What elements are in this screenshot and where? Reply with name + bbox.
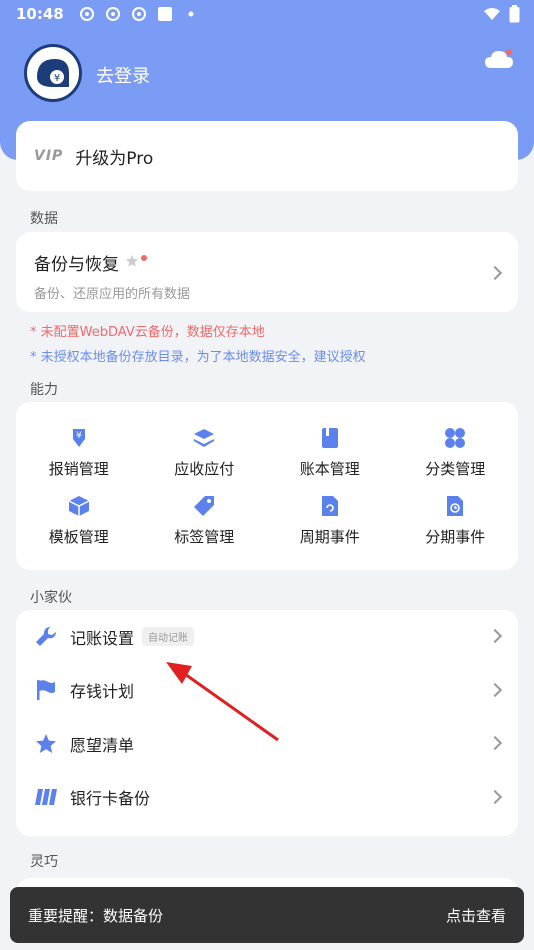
toast-action-button[interactable]: 点击查看 xyxy=(446,905,506,926)
notification-icon xyxy=(130,5,148,23)
upgrade-pro-card[interactable]: VIP 升级为Pro xyxy=(16,121,518,191)
chevron-right-icon xyxy=(487,789,503,804)
grid-item-label: 分类管理 xyxy=(425,459,486,478)
notification-icon xyxy=(78,5,96,23)
login-link[interactable]: 去登录 xyxy=(96,62,150,88)
svg-text:¥: ¥ xyxy=(54,73,60,84)
notification-icon xyxy=(104,5,122,23)
app-icon xyxy=(156,5,174,23)
grid-item-label: 分期事件 xyxy=(425,527,486,546)
red-dot-icon xyxy=(141,254,147,261)
flag-icon xyxy=(34,678,58,702)
webdav-warning[interactable]: * 未配置WebDAV云备份，数据仅存本地 xyxy=(30,321,265,340)
toast-message: 重要提醒：数据备份 xyxy=(28,906,164,925)
wrench-icon xyxy=(34,625,58,649)
backup-title: 备份与恢复 xyxy=(34,255,119,275)
dot-icon xyxy=(182,5,200,23)
star-icon xyxy=(34,732,58,756)
grid-item-label: 应收应付 xyxy=(174,459,235,478)
grid-item-label: 标签管理 xyxy=(174,527,235,546)
list-item-wishlist[interactable]: 愿望清单 xyxy=(16,717,518,771)
card-icon xyxy=(34,785,58,809)
status-time: 10:48 xyxy=(16,5,64,23)
installment-icon xyxy=(443,494,467,518)
backup-subtitle: 备份、还原应用的所有数据 xyxy=(34,287,191,302)
list-item-bookkeeping-settings[interactable]: 记账设置 自动记账 xyxy=(16,610,518,664)
grid-item-label: 报销管理 xyxy=(48,459,109,478)
grid-item-category[interactable]: 分类管理 xyxy=(393,418,519,486)
status-bar: 10:48 xyxy=(0,0,534,28)
template-icon xyxy=(67,494,91,518)
cycle-icon xyxy=(318,494,342,518)
ability-grid: ¥ 报销管理 应收应付 账本管理 分类管理 模板管理 标签管理 周期事件 分期事… xyxy=(16,402,518,570)
reimburse-icon: ¥ xyxy=(67,426,91,450)
grid-item-installment[interactable]: 分期事件 xyxy=(393,486,519,554)
bird-logo-icon: ¥ xyxy=(37,59,69,87)
section-title-data: 数据 xyxy=(30,211,58,227)
book-icon xyxy=(318,426,342,450)
svg-text:¥: ¥ xyxy=(76,431,82,441)
grid-item-ledger[interactable]: 账本管理 xyxy=(267,418,393,486)
section-title-smart: 灵巧 xyxy=(30,854,58,870)
grid-item-reimburse[interactable]: ¥ 报销管理 xyxy=(16,418,142,486)
grid-item-receivable[interactable]: 应收应付 xyxy=(142,418,268,486)
vip-icon: VIP xyxy=(34,148,64,164)
list-item-label: 愿望清单 xyxy=(70,735,135,755)
grid-item-label: 账本管理 xyxy=(299,459,360,478)
list-item-label: 银行卡备份 xyxy=(70,789,151,809)
backup-restore-card[interactable]: 备份与恢复 备份、还原应用的所有数据 xyxy=(16,232,518,312)
section-title-ability: 能力 xyxy=(30,382,58,398)
toast-notification[interactable]: 重要提醒：数据备份 点击查看 xyxy=(10,887,524,943)
grid-item-tag[interactable]: 标签管理 xyxy=(142,486,268,554)
list-item-saving-plan[interactable]: 存钱计划 xyxy=(16,664,518,718)
list-item-label: 记账设置 xyxy=(70,628,135,648)
tag-icon xyxy=(192,494,216,518)
tools-list: 记账设置 自动记账 存钱计划 愿望清单 银行卡备份 xyxy=(16,610,518,836)
upgrade-pro-label: 升级为Pro xyxy=(75,148,154,169)
grid-item-label: 周期事件 xyxy=(299,527,360,546)
layers-icon xyxy=(192,426,216,450)
chevron-right-icon xyxy=(487,628,503,644)
category-icon xyxy=(443,426,467,450)
section-title-tools: 小家伙 xyxy=(30,590,72,606)
auto-bookkeeping-badge: 自动记账 xyxy=(142,627,195,647)
avatar[interactable]: ¥ xyxy=(24,44,82,102)
grid-item-cycle[interactable]: 周期事件 xyxy=(267,486,393,554)
battery-icon xyxy=(509,5,520,27)
list-item-label: 存钱计划 xyxy=(70,682,135,702)
grid-item-label: 模板管理 xyxy=(48,527,109,546)
list-item-bank-card-backup[interactable]: 银行卡备份 xyxy=(16,771,518,825)
cloud-sync-icon[interactable] xyxy=(484,48,514,70)
wifi-icon xyxy=(483,7,501,25)
chevron-right-icon xyxy=(487,735,503,751)
star-badge-icon xyxy=(125,253,139,273)
chevron-right-icon xyxy=(487,682,503,697)
grid-item-template[interactable]: 模板管理 xyxy=(16,486,142,554)
local-backup-warning[interactable]: * 未授权本地备份存放目录，为了本地数据安全，建议授权 xyxy=(30,346,366,365)
